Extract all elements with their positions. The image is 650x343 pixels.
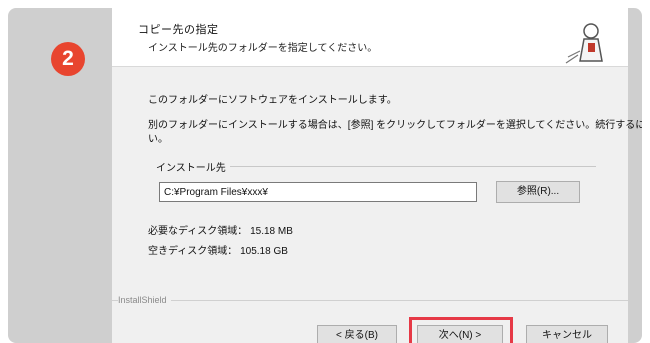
- dialog-body: このフォルダーにソフトウェアをインストールします。 別のフォルダーにインストール…: [112, 67, 642, 343]
- back-button[interactable]: < 戻る(B): [317, 325, 397, 343]
- intro-text: このフォルダーにソフトウェアをインストールします。: [148, 95, 397, 106]
- footer-divider: [112, 300, 628, 301]
- cancel-button[interactable]: キャンセル: [526, 325, 608, 343]
- installshield-label: InstallShield: [118, 295, 171, 305]
- dialog-header: コピー先の指定 インストール先のフォルダーを指定してください。: [112, 8, 628, 67]
- available-space-text: 空きディスク領域： 105.18 GB: [148, 246, 288, 257]
- header-subtitle: インストール先のフォルダーを指定してください。: [148, 43, 378, 54]
- screenshot-frame: 2 コピー先の指定 インストール先のフォルダーを指定してください。 このフォルダ…: [8, 8, 642, 343]
- instruction-text-continued: い。: [148, 134, 168, 145]
- destination-group-label: インストール先: [156, 159, 230, 174]
- installer-wizard-icon: [565, 23, 603, 64]
- header-title: コピー先の指定: [138, 24, 219, 36]
- browse-button[interactable]: 参照(R)...: [496, 181, 580, 203]
- install-path-field[interactable]: [159, 182, 477, 202]
- step-number-badge: 2: [51, 42, 85, 76]
- required-space-text: 必要なディスク領域： 15.18 MB: [148, 226, 293, 237]
- next-button[interactable]: 次へ(N) >: [417, 325, 503, 343]
- installer-dialog: コピー先の指定 インストール先のフォルダーを指定してください。 このフォルダーに…: [112, 8, 642, 343]
- instruction-text: 別のフォルダーにインストールする場合は、[参照] をクリックしてフォルダーを選択…: [148, 120, 642, 131]
